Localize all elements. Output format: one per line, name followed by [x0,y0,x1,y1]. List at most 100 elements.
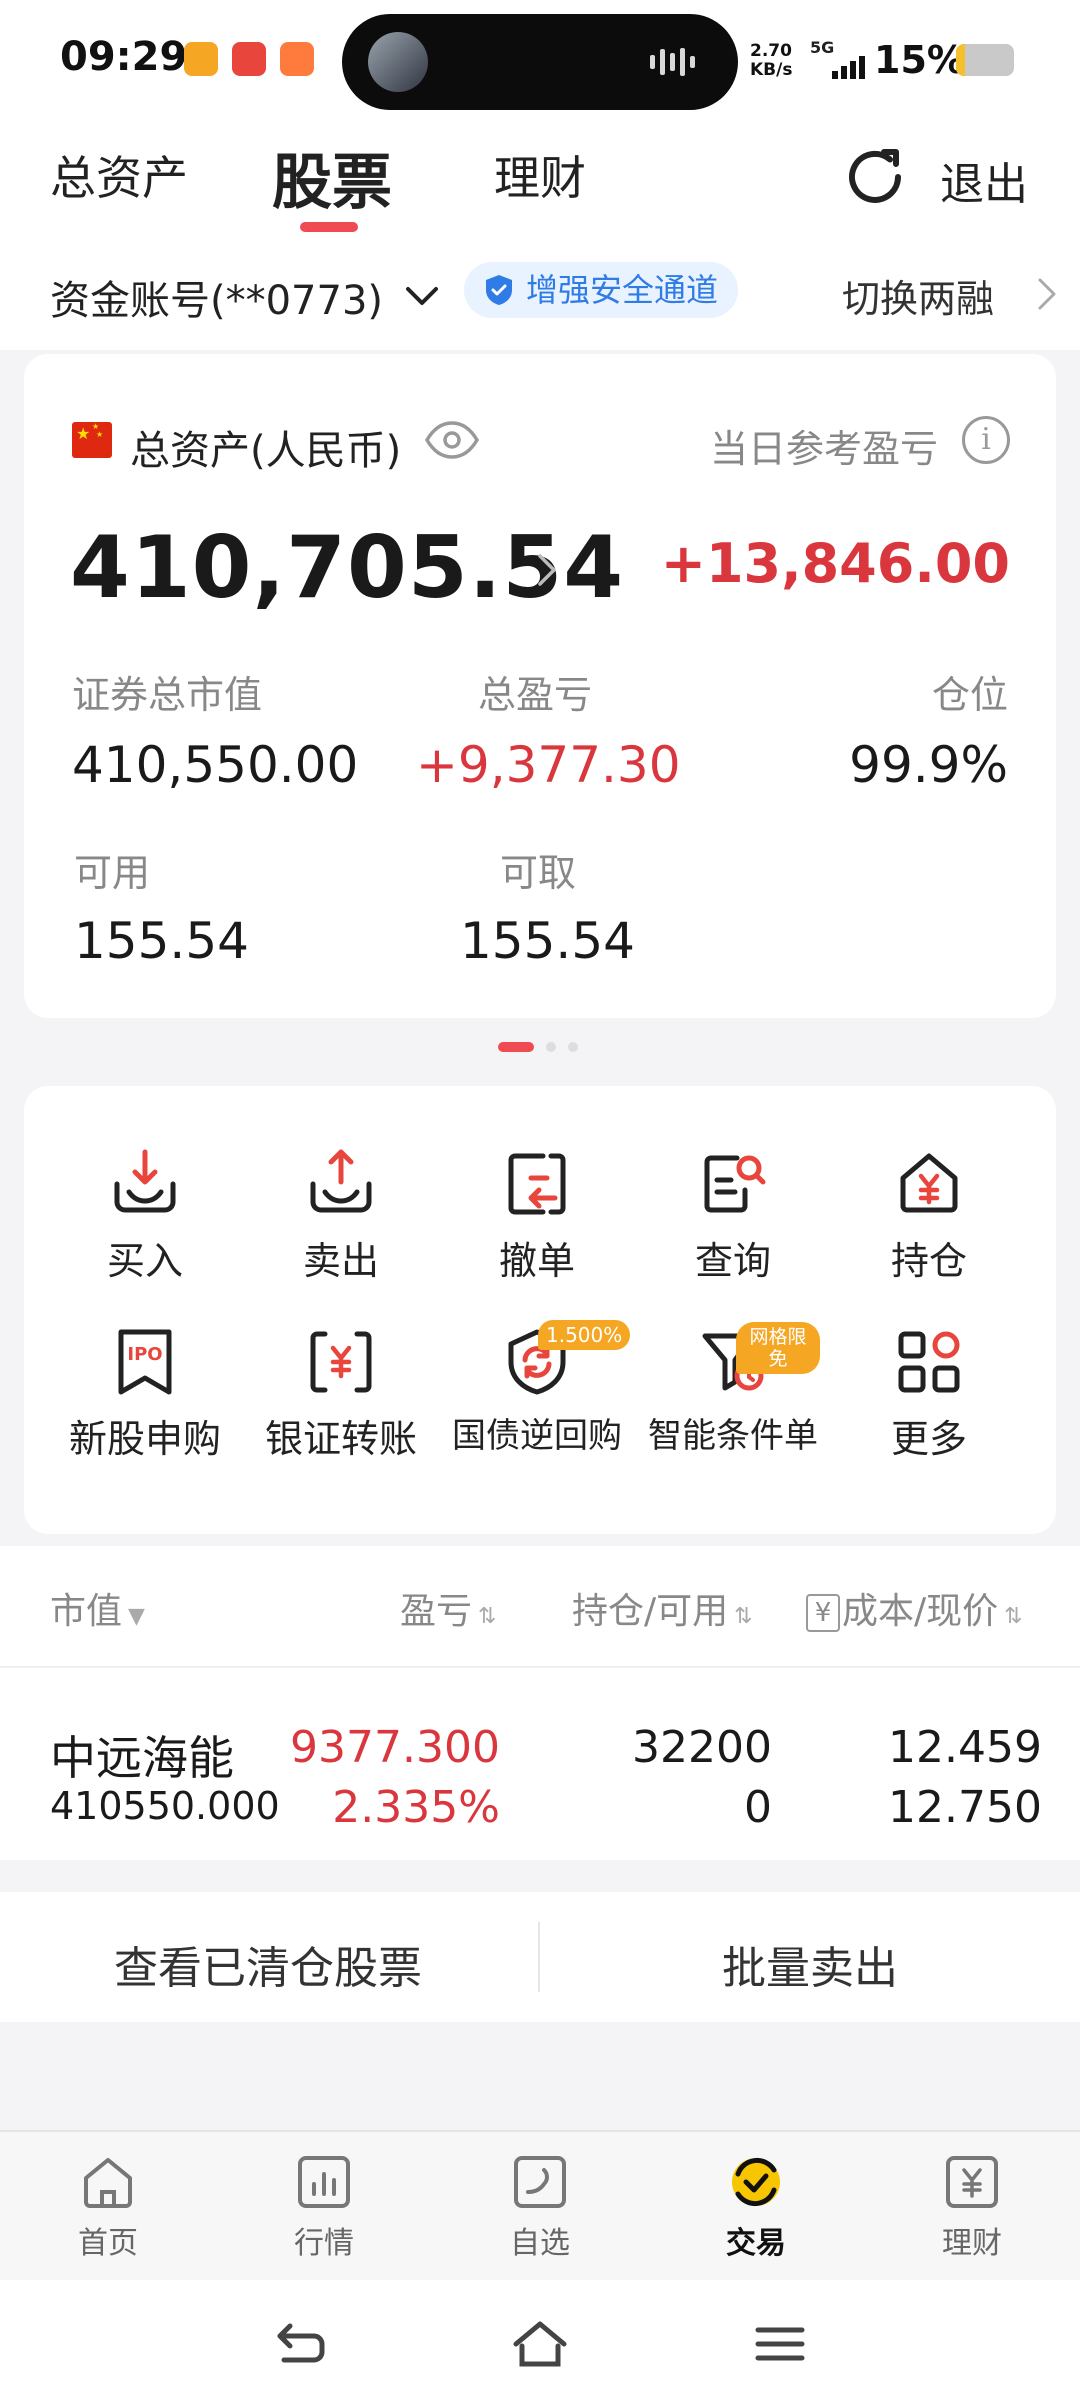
header-divider [0,1666,1080,1668]
network-type: 5G [810,38,835,57]
notification-app-icon [280,42,314,76]
more-icon [898,1331,960,1393]
notification-app-icon [184,42,218,76]
sell-button[interactable]: 卖出 [241,1148,441,1285]
wealth-icon [946,2156,998,2208]
dynamic-island[interactable] [342,14,738,110]
sort-holding[interactable]: 持仓/可用 ⇅ [572,1582,753,1634]
battery-percent: 15% [874,38,965,82]
withdrawable-value: 155.54 [460,912,635,970]
refresh-icon[interactable] [842,144,908,210]
position-button[interactable]: 持仓 [829,1148,1029,1285]
svg-text:IPO: IPO [127,1344,162,1365]
more-button[interactable]: 更多 [829,1326,1029,1463]
transfer-icon [310,1331,372,1393]
grid-free-tag: 网格限免 [736,1322,820,1374]
quick-actions-grid: 买入 卖出 撤单 查询 持仓 IPO 新股申购 银证转账 国债逆回购 1.500… [24,1086,1056,1534]
stock-pl: 9377.300 [290,1722,500,1773]
tab-home[interactable]: 首页 [48,2152,168,2262]
sort-down-icon: ▼ [128,1604,145,1629]
eye-icon[interactable] [424,420,480,460]
exit-button[interactable]: 退出 [940,148,1028,212]
cancel-order-button[interactable]: 撤单 [437,1148,637,1285]
tab-wealth[interactable]: 理财 [494,142,586,208]
position-value: 99.9% [849,736,1008,794]
status-time: 09:29 [60,34,188,80]
stock-holding: 32200 [632,1722,772,1773]
info-icon[interactable]: i [962,416,1010,464]
trade-icon [732,2157,780,2207]
market-chart-icon [298,2156,350,2208]
ipo-icon: IPO [118,1329,172,1395]
currency-toggle-icon[interactable]: ¥ [806,1594,840,1632]
stock-market-value: 410550.000 [50,1784,280,1828]
pager-dot[interactable] [546,1042,556,1052]
watchlist-icon [514,2156,566,2208]
tab-stocks[interactable]: 股票 [272,134,392,221]
ipo-subscribe-button[interactable]: IPO 新股申购 [45,1326,245,1463]
market-value-label: 证券总市值 [72,673,263,717]
bank-transfer-button[interactable]: 银证转账 [241,1326,441,1463]
pager-dot-active[interactable] [498,1042,534,1052]
buy-icon [114,1149,176,1213]
divider [538,1922,540,1992]
available-label: 可用 [74,851,151,895]
menu-icon[interactable] [750,2316,810,2372]
available-value: 155.54 [74,912,249,970]
account-row: 资金账号(**0773) 增强安全通道 切换两融 [0,240,1080,350]
chevron-right-icon[interactable] [532,548,562,592]
sell-icon [310,1149,372,1213]
bottom-tab-bar: 首页 行情 自选 交易 理财 [0,2130,1080,2280]
sort-cost[interactable]: ¥ 成本/现价 ⇅ [806,1582,1023,1634]
shield-icon [486,275,512,305]
tab-total-assets[interactable]: 总资产 [50,142,188,208]
sort-icon: ⇅ [734,1604,753,1629]
stock-pl-pct: 2.335% [332,1782,500,1833]
tab-trade[interactable]: 交易 [696,2152,816,2262]
batch-sell-button[interactable]: 批量卖出 [722,1932,898,1996]
query-button[interactable]: 查询 [633,1148,833,1285]
pager-dot[interactable] [568,1042,578,1052]
holdings-actions: 查看已清仓股票 批量卖出 [0,1892,1080,2022]
sort-pl[interactable]: 盈亏 ⇅ [400,1582,496,1634]
stock-cost: 12.459 [888,1722,1042,1773]
back-icon[interactable] [270,2316,330,2372]
battery-icon [956,44,1014,76]
query-icon [704,1155,766,1213]
status-bar: 09:29 2.70 KB/s 5G 15% [0,0,1080,120]
sort-market-value[interactable]: 市值 ▼ [50,1582,145,1634]
withdrawable-label: 可取 [500,851,577,895]
tab-market[interactable]: 行情 [264,2152,384,2262]
sort-icon: ⇅ [1004,1604,1023,1629]
secure-channel-badge[interactable]: 增强安全通道 [464,262,739,318]
position-label: 仓位 [931,673,1008,717]
chevron-right-icon[interactable] [1034,276,1060,312]
repo-rate-tag: 1.500% [538,1320,631,1350]
net-speed: 2.70 KB/s [750,41,793,80]
total-pl-value: +9,377.30 [416,736,681,794]
asset-summary-card: ★ ★ ★ 总资产(人民币) 当日参考盈亏 i 410,705.54 +13,8… [24,354,1056,1018]
chevron-down-icon[interactable] [402,276,442,316]
position-icon [900,1153,958,1213]
day-pl-value: +13,846.00 [660,532,1010,595]
sort-icon: ⇅ [478,1604,497,1629]
music-avatar [368,32,428,92]
cancel-order-icon [508,1153,566,1215]
buy-button[interactable]: 买入 [45,1148,245,1285]
home-nav-icon[interactable] [510,2316,570,2372]
system-nav-bar [0,2280,1080,2408]
china-flag-icon: ★ ★ ★ [72,422,112,458]
day-pl-label: 当日参考盈亏 [709,427,938,471]
top-nav: 总资产 股票 理财 退出 [0,120,1080,240]
notification-app-icon [232,42,266,76]
signal-icon [832,56,868,79]
holdings-table: 市值 ▼ 盈亏 ⇅ 持仓/可用 ⇅ ¥ 成本/现价 ⇅ 中远海能 410550.000 9… [0,1546,1080,1860]
tab-watchlist[interactable]: 自选 [480,2152,600,2262]
tab-wealth-bottom[interactable]: 理财 [912,2152,1032,2262]
stock-price: 12.750 [888,1782,1042,1833]
total-pl-label: 总盈亏 [478,673,593,717]
account-selector[interactable]: 资金账号(**0773) [50,268,383,326]
home-icon [84,2158,132,2208]
switch-margin-button[interactable]: 切换两融 [842,268,994,323]
view-cleared-stocks-button[interactable]: 查看已清仓股票 [114,1932,422,1996]
